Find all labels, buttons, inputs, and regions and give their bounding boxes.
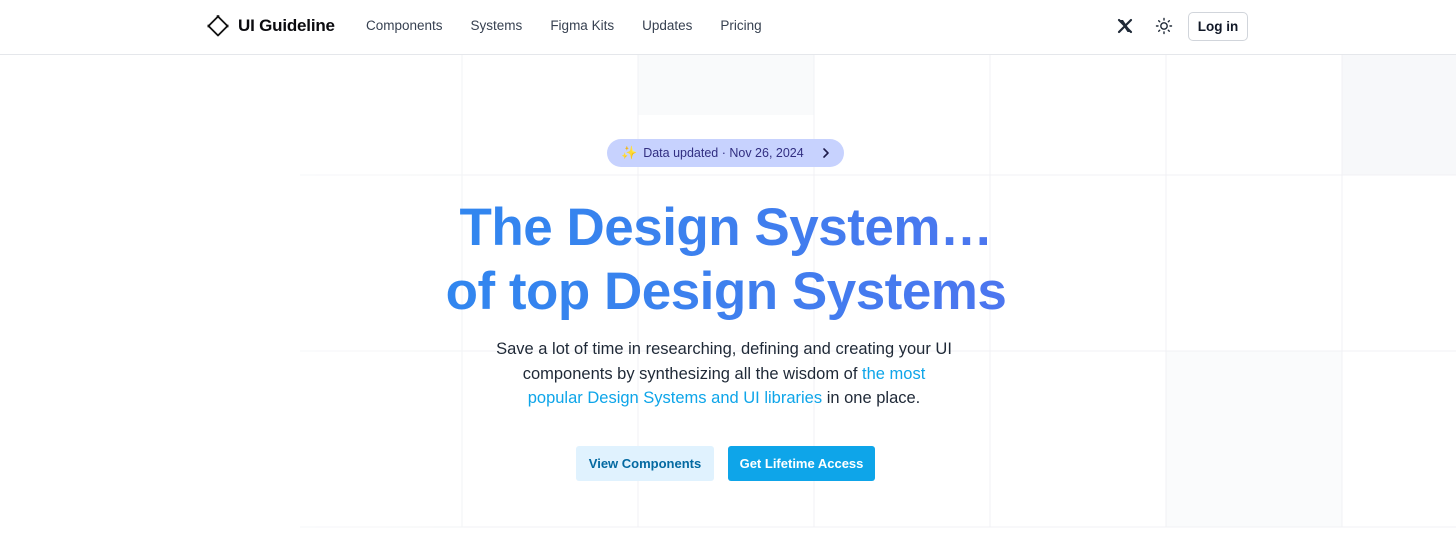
chevron-right-icon [823,148,829,158]
logo[interactable]: UI Guideline [207,15,335,37]
subtitle-text-end: in one place. [822,389,921,407]
nav-components[interactable]: Components [366,18,443,33]
nav-updates[interactable]: Updates [642,18,692,33]
badge-text: Data updated · Nov 26, 2024 [643,146,804,160]
x-icon[interactable] [1117,18,1133,34]
view-components-button[interactable]: View Components [576,446,714,481]
nav-figma-kits[interactable]: Figma Kits [550,18,614,33]
diamond-logo-icon [207,15,229,37]
nav-systems[interactable]: Systems [471,18,523,33]
data-updated-badge[interactable]: ✨ Data updated · Nov 26, 2024 [607,139,844,167]
sun-icon[interactable] [1155,17,1173,35]
hero-subtitle: Save a lot of time in researching, defin… [494,337,954,411]
logo-text: UI Guideline [238,16,335,35]
hero-title-line-1: The Design System… [0,196,1452,260]
hero-title-line-2: of top Design Systems [0,260,1452,324]
get-lifetime-access-button[interactable]: Get Lifetime Access [728,446,875,481]
sparkle-icon: ✨ [621,145,638,160]
main-nav: Components Systems Figma Kits Updates Pr… [366,18,762,33]
nav-pricing[interactable]: Pricing [720,18,761,33]
hero-title: The Design System… of top Design Systems [0,196,1452,324]
login-button[interactable]: Log in [1188,12,1248,41]
top-navigation-bar: UI Guideline Components Systems Figma Ki… [0,0,1456,55]
